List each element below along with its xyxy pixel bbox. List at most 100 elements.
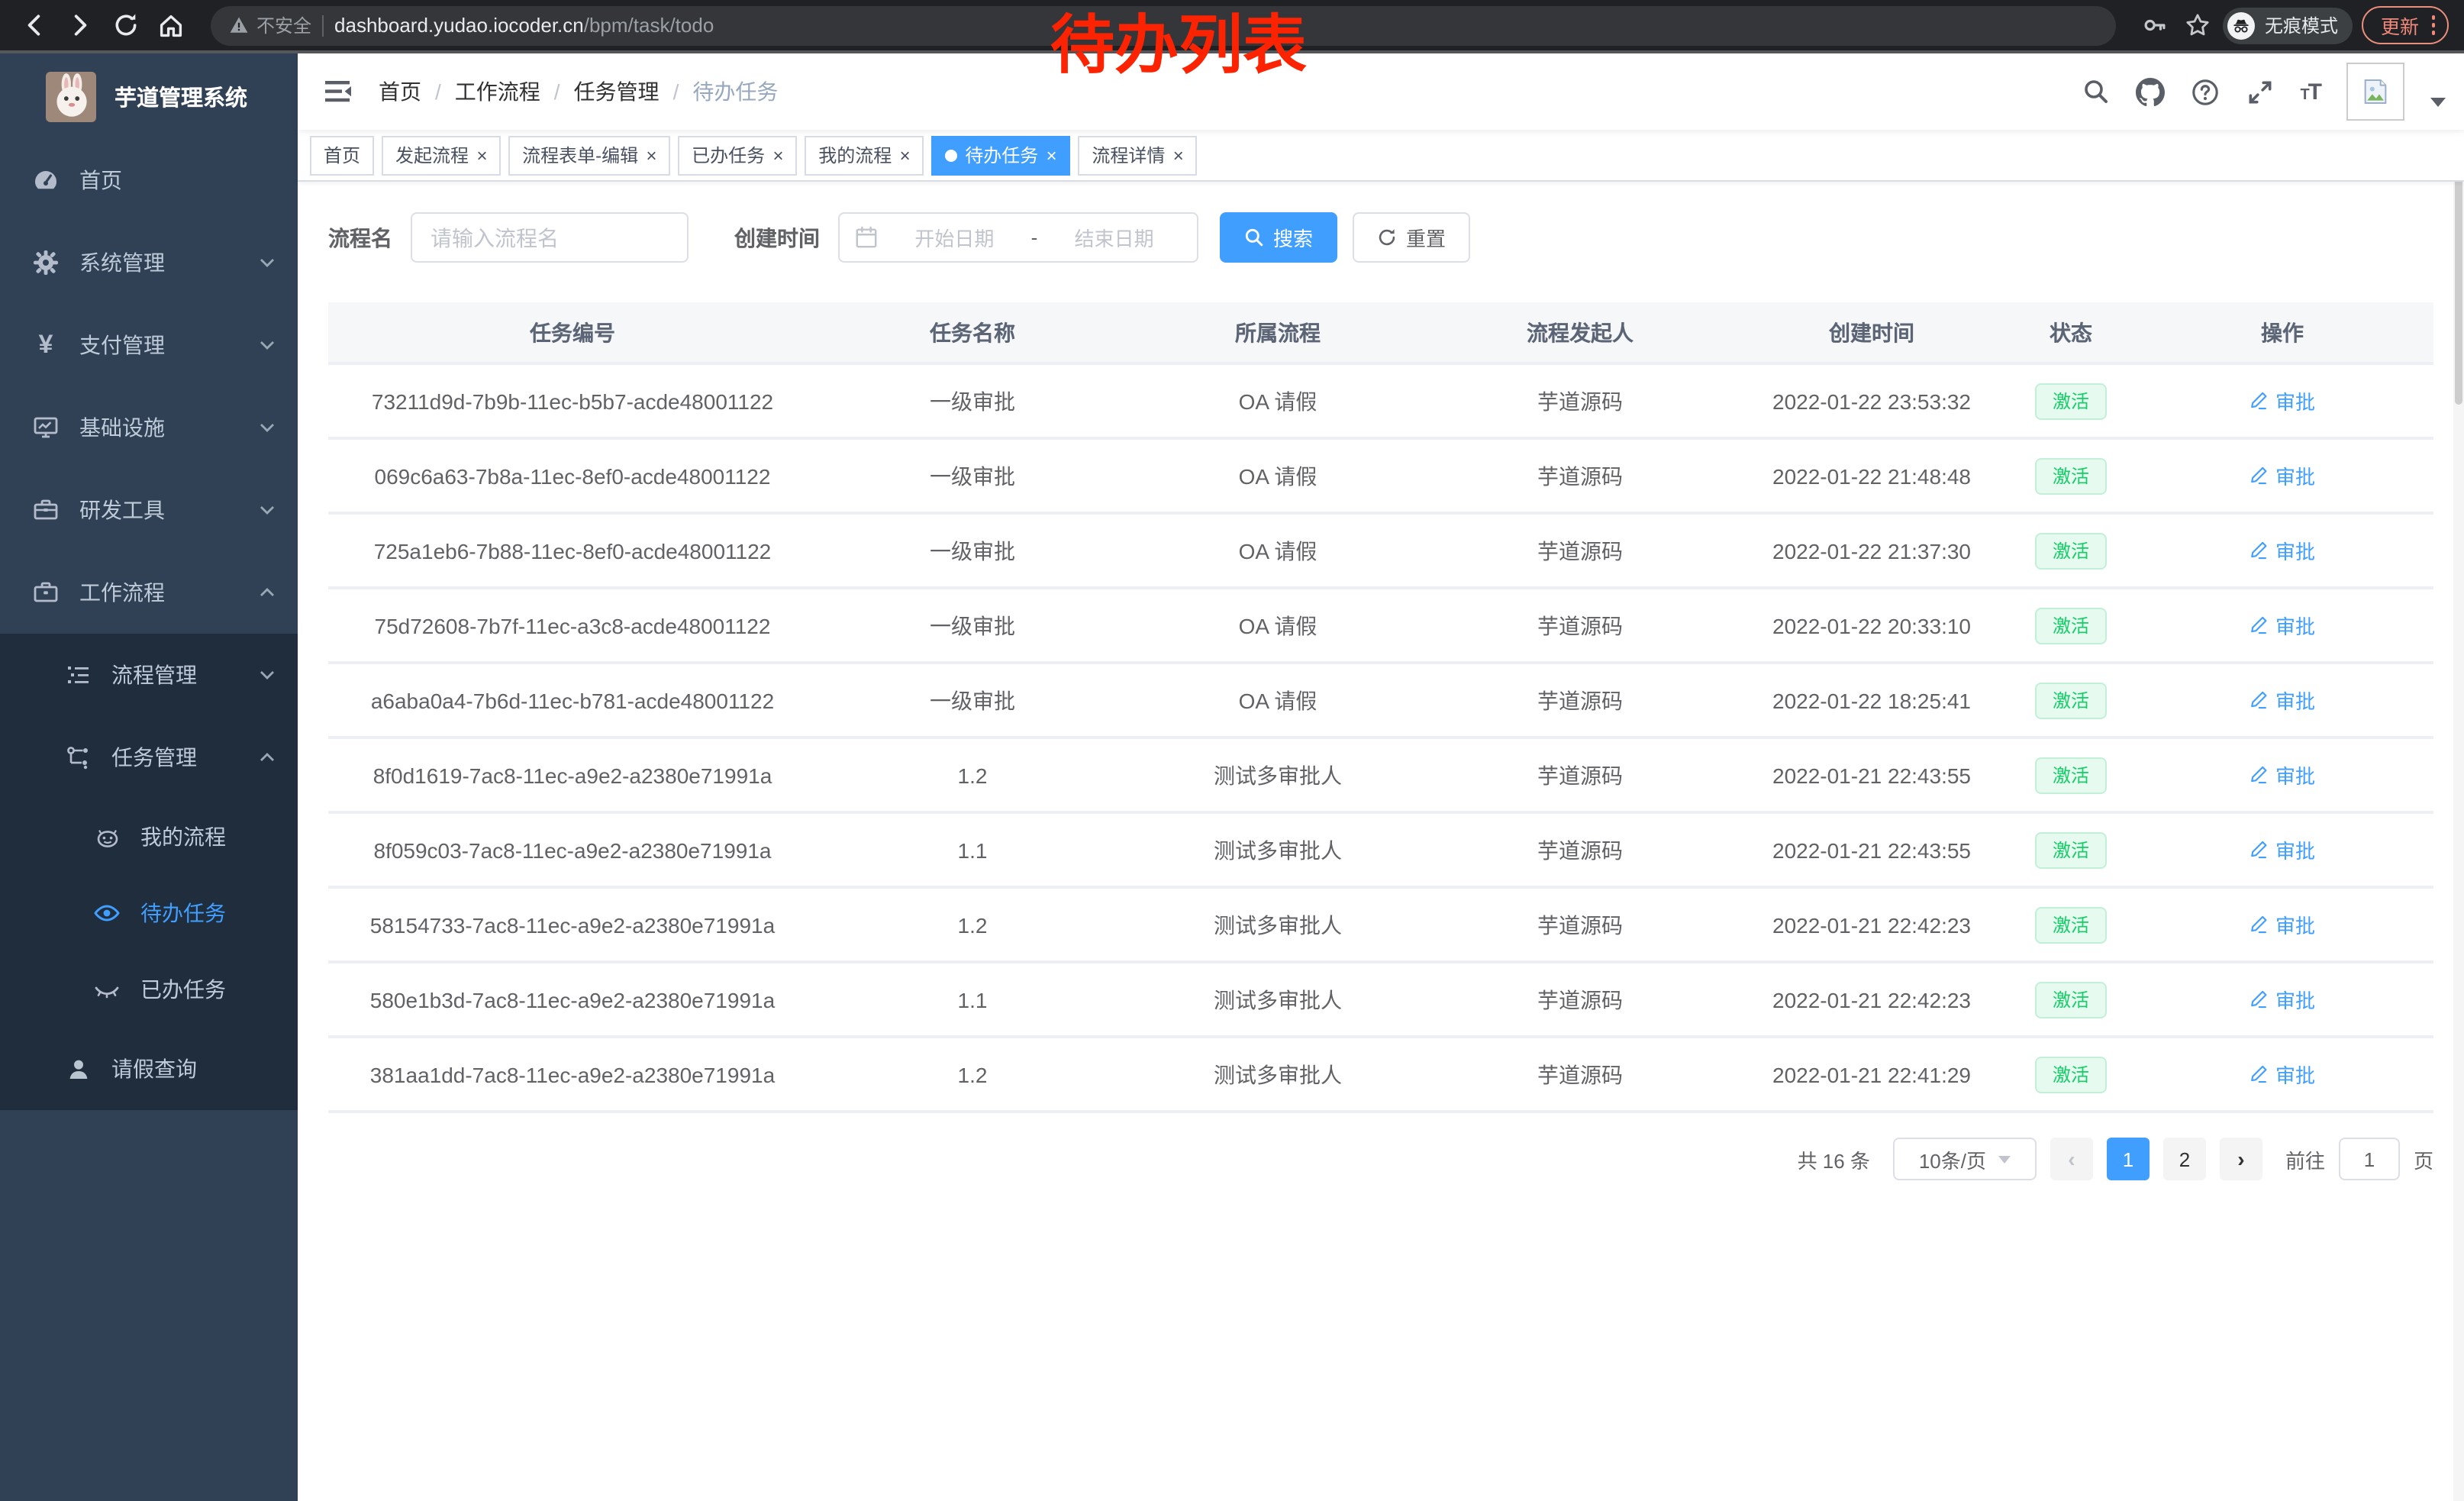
- cell-task-id: 725a1eb6-7b88-11ec-8ef0-acde48001122: [328, 513, 817, 588]
- cell-task-id: 58154733-7ac8-11ec-a9e2-a2380e71991a: [328, 887, 817, 962]
- breadcrumb-task-management[interactable]: 任务管理: [574, 76, 660, 107]
- sidebar-item-process-management[interactable]: 流程管理: [0, 634, 298, 716]
- approve-link[interactable]: 审批: [2250, 910, 2315, 939]
- status-badge: 激活: [2036, 757, 2106, 793]
- approve-link[interactable]: 审批: [2250, 1060, 2315, 1089]
- page-number-button[interactable]: 1: [2107, 1138, 2150, 1180]
- cell-task-name: 1.2: [817, 738, 1128, 812]
- cell-starter: 芋道源码: [1427, 962, 1733, 1037]
- incognito-icon: [2228, 11, 2256, 39]
- sidebar-item-task-management[interactable]: 任务管理: [0, 716, 298, 799]
- active-dot: [945, 149, 957, 161]
- sidebar-item-workflow[interactable]: 工作流程: [0, 551, 298, 634]
- reset-button[interactable]: 重置: [1353, 212, 1470, 263]
- bookmark-star-icon[interactable]: [2181, 8, 2214, 42]
- approve-label: 审批: [2275, 461, 2315, 490]
- goto-page-input[interactable]: [2339, 1138, 2400, 1180]
- date-range-picker[interactable]: 开始日期 - 结束日期: [838, 212, 1198, 263]
- sidebar-item-my-process[interactable]: 我的流程: [0, 799, 298, 875]
- search-button[interactable]: 搜索: [1220, 212, 1337, 263]
- page-scrollbar[interactable]: [2453, 53, 2464, 1501]
- next-page-button[interactable]: ›: [2220, 1138, 2262, 1180]
- table-row: 8f0d1619-7ac8-11ec-a9e2-a2380e71991a 1.2…: [328, 738, 2433, 812]
- cell-process: 测试多审批人: [1128, 962, 1427, 1037]
- tab-close-icon[interactable]: ×: [476, 146, 487, 164]
- approve-link[interactable]: 审批: [2250, 611, 2315, 640]
- tab[interactable]: 流程表单-编辑 ×: [508, 135, 670, 175]
- avatar-dropdown-caret[interactable]: [2430, 98, 2446, 107]
- page-size-select[interactable]: 10条/页: [1893, 1138, 2037, 1180]
- tab-close-icon[interactable]: ×: [772, 146, 783, 164]
- breadcrumb-workflow[interactable]: 工作流程: [455, 76, 540, 107]
- approve-link[interactable]: 审批: [2250, 760, 2315, 789]
- font-size-icon[interactable]: TT: [2300, 79, 2320, 105]
- tab[interactable]: 首页: [310, 135, 374, 175]
- sidebar-item-home[interactable]: 首页: [0, 139, 298, 221]
- sidebar-item-label: 待办任务: [140, 898, 226, 928]
- table-row: 8f059c03-7ac8-11ec-a9e2-a2380e71991a 1.1…: [328, 812, 2433, 887]
- password-key-icon[interactable]: [2138, 8, 2172, 42]
- sidebar-item-dev-tools[interactable]: 研发工具: [0, 469, 298, 551]
- table-header-row: 任务编号任务名称所属流程流程发起人创建时间状态操作: [328, 302, 2433, 363]
- table-row: 75d72608-7b7f-11ec-a3c8-acde48001122 一级审…: [328, 588, 2433, 663]
- approve-label: 审批: [2275, 910, 2315, 939]
- cell-starter: 芋道源码: [1427, 812, 1733, 887]
- breadcrumb-current: 待办任务: [692, 76, 778, 107]
- breadcrumb-home[interactable]: 首页: [379, 76, 421, 107]
- browser-back-button[interactable]: [15, 7, 52, 44]
- edit-pen-icon: [2250, 915, 2269, 934]
- browser-reload-button[interactable]: [107, 7, 144, 44]
- browser-update-button[interactable]: 更新: [2362, 6, 2449, 44]
- tab-label: 发起流程: [395, 142, 469, 168]
- browser-forward-button[interactable]: [61, 7, 98, 44]
- tab-close-icon[interactable]: ×: [1046, 146, 1056, 164]
- tags-view: 首页 发起流程 × 流程表单-编辑 × 已办任务 × 我的流程 × 待办任务 ×…: [298, 130, 2464, 182]
- sidebar-item-infrastructure[interactable]: 基础设施: [0, 386, 298, 469]
- tab-label: 已办任务: [692, 142, 765, 168]
- sidebar-item-payment[interactable]: ¥ 支付管理: [0, 304, 298, 386]
- approve-link[interactable]: 审批: [2250, 686, 2315, 715]
- tab[interactable]: 已办任务 ×: [678, 135, 797, 175]
- github-icon[interactable]: [2135, 77, 2164, 106]
- tab[interactable]: 发起流程 ×: [382, 135, 501, 175]
- sidebar-item-leave-query[interactable]: 请假查询: [0, 1028, 298, 1110]
- approve-link[interactable]: 审批: [2250, 835, 2315, 864]
- prev-page-button[interactable]: ‹: [2050, 1138, 2093, 1180]
- yen-icon: ¥: [31, 330, 61, 360]
- page-number-button[interactable]: 2: [2163, 1138, 2206, 1180]
- process-name-input[interactable]: [411, 212, 689, 263]
- briefcase-icon: [31, 579, 61, 606]
- chevron-down-icon: [1998, 1155, 2011, 1163]
- cell-task-name: 一级审批: [817, 513, 1128, 588]
- tab[interactable]: 我的流程 ×: [805, 135, 924, 175]
- tab-close-icon[interactable]: ×: [899, 146, 910, 164]
- sidebar-item-todo-tasks[interactable]: 待办任务: [0, 875, 298, 951]
- tab[interactable]: 待办任务 ×: [931, 135, 1070, 175]
- approve-link[interactable]: 审批: [2250, 386, 2315, 415]
- tab-close-icon[interactable]: ×: [646, 146, 656, 164]
- help-icon[interactable]: [2190, 77, 2219, 106]
- chevron-down-icon: [258, 418, 276, 437]
- approve-link[interactable]: 审批: [2250, 985, 2315, 1014]
- browser-menu-icon[interactable]: [2431, 16, 2435, 35]
- browser-home-button[interactable]: [153, 7, 189, 44]
- tab-close-icon[interactable]: ×: [1172, 146, 1183, 164]
- site-security-indicator[interactable]: 不安全: [229, 12, 311, 38]
- create-time-label: 创建时间: [734, 222, 820, 253]
- approve-link[interactable]: 审批: [2250, 461, 2315, 490]
- sidebar-item-label: 研发工具: [79, 495, 165, 525]
- fullscreen-icon[interactable]: [2245, 77, 2274, 106]
- tab[interactable]: 流程详情 ×: [1078, 135, 1197, 175]
- sidebar-collapse-icon[interactable]: [321, 75, 354, 108]
- address-bar[interactable]: 不安全 dashboard.yudao.iocoder.cn/bpm/task/…: [211, 5, 2117, 45]
- approve-link[interactable]: 审批: [2250, 536, 2315, 565]
- sidebar-item-done-tasks[interactable]: 已办任务: [0, 951, 298, 1028]
- cell-task-name: 1.1: [817, 962, 1128, 1037]
- app-logo[interactable]: 芋道管理系统: [0, 53, 298, 139]
- sidebar: 芋道管理系统 首页 系统管理 ¥ 支付管理: [0, 53, 298, 1501]
- cell-task-id: 8f0d1619-7ac8-11ec-a9e2-a2380e71991a: [328, 738, 817, 812]
- cell-task-id: 75d72608-7b7f-11ec-a3c8-acde48001122: [328, 588, 817, 663]
- avatar[interactable]: [2346, 63, 2404, 121]
- sidebar-item-system[interactable]: 系统管理: [0, 221, 298, 304]
- search-icon[interactable]: [2082, 78, 2109, 105]
